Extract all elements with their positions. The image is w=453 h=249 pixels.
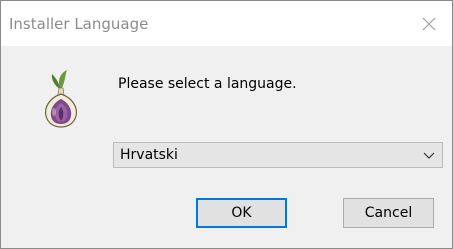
cancel-button[interactable]: Cancel [343, 198, 434, 228]
chevron-down-icon [423, 152, 435, 159]
language-select[interactable]: Hrvatski [113, 142, 443, 168]
window-title: Installer Language [9, 15, 149, 33]
close-icon [422, 17, 436, 30]
language-prompt: Please select a language. [118, 76, 297, 92]
language-select-value: Hrvatski [120, 147, 178, 163]
tor-onion-icon [44, 70, 78, 128]
title-bar[interactable]: Installer Language [1, 1, 452, 46]
installer-language-dialog: Installer Language Please select a langu… [0, 0, 453, 249]
close-button[interactable] [406, 1, 452, 46]
ok-button[interactable]: OK [196, 198, 287, 228]
